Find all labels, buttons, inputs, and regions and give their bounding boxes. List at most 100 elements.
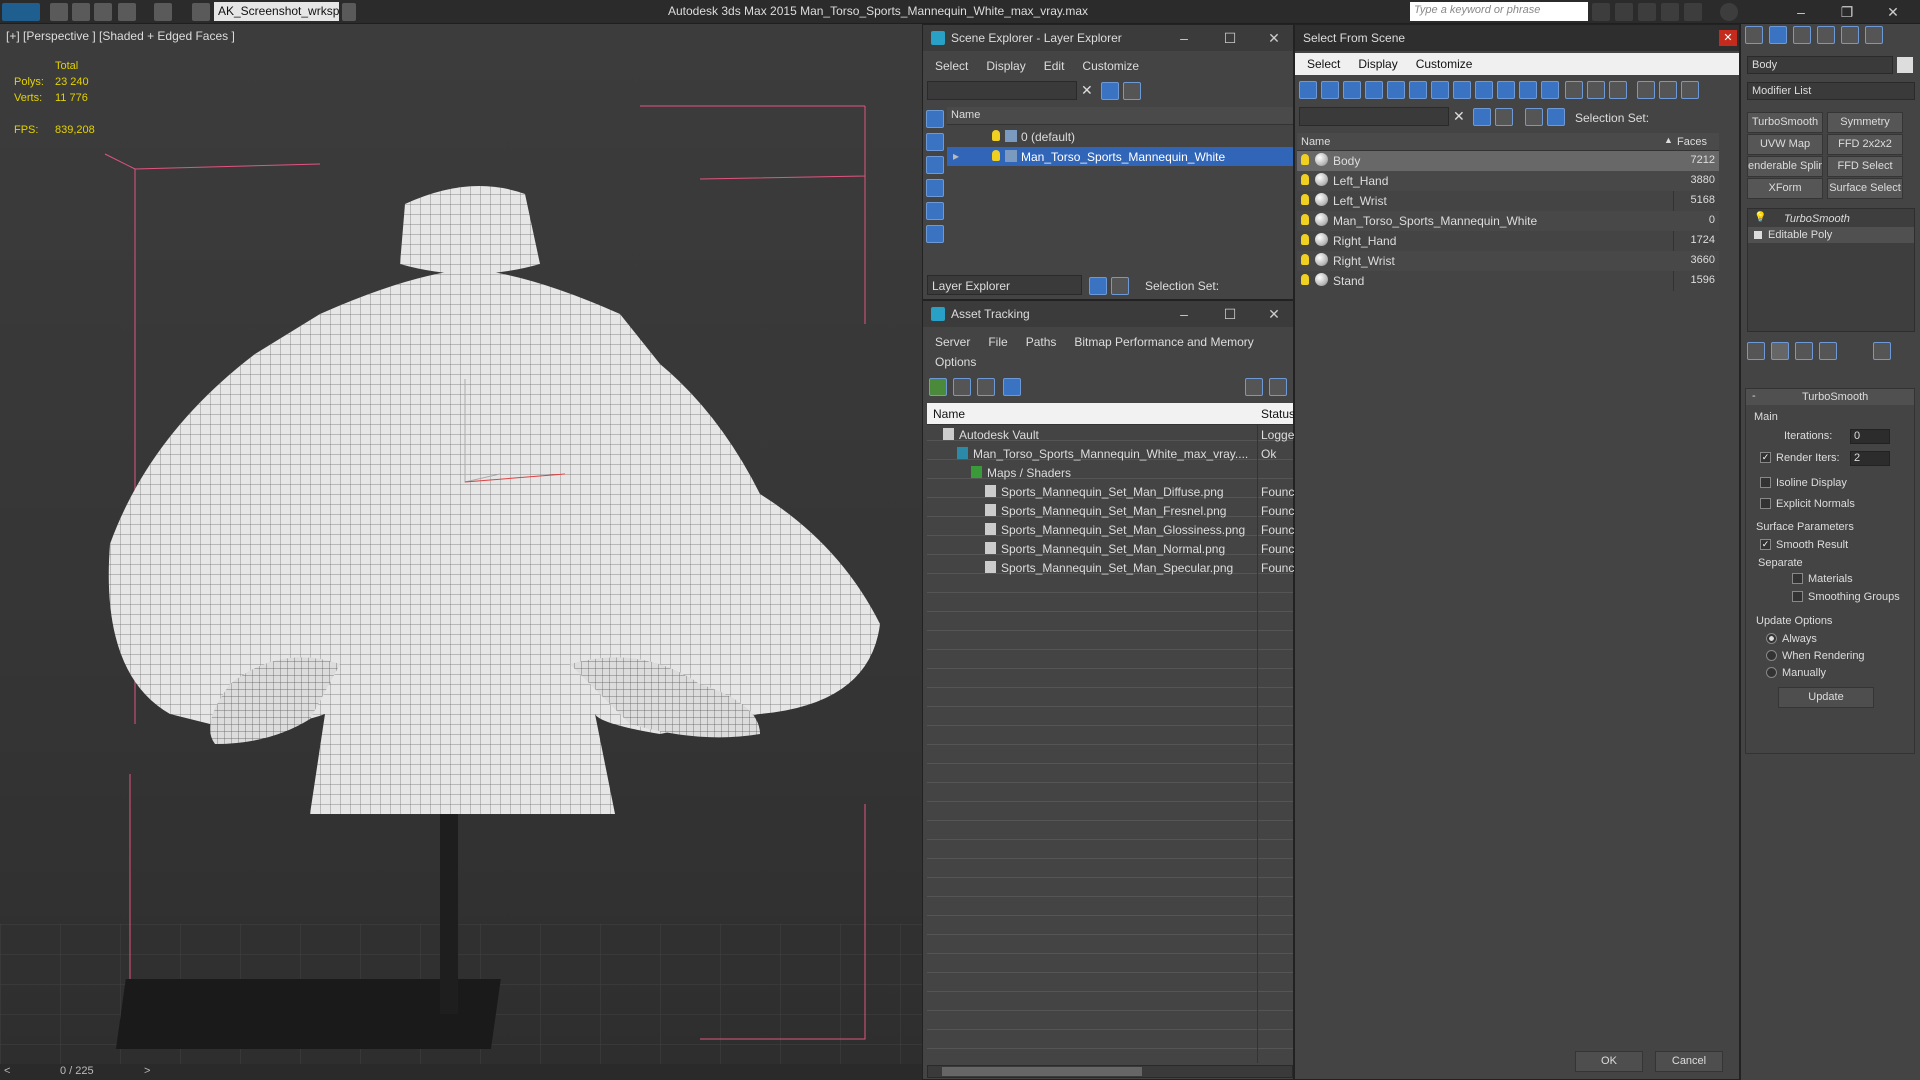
sort-icon[interactable] xyxy=(1659,81,1677,99)
modify-tab-icon[interactable] xyxy=(1769,26,1787,44)
project-folder-icon[interactable] xyxy=(192,3,210,21)
menu-edit[interactable]: Edit xyxy=(1044,59,1065,73)
open-file-icon[interactable] xyxy=(72,3,90,21)
display-hidden-icon[interactable] xyxy=(1541,81,1559,99)
xform-button[interactable]: XForm xyxy=(1747,178,1823,199)
time-prev-icon[interactable]: < xyxy=(4,1065,10,1077)
show-end-result-icon[interactable] xyxy=(1771,342,1789,360)
symmetry-button[interactable]: Symmetry xyxy=(1827,112,1903,133)
object-row[interactable]: Right_Wrist 3660 xyxy=(1297,251,1719,271)
display-geometry-icon[interactable] xyxy=(926,110,944,128)
display-cameras-icon[interactable] xyxy=(926,179,944,197)
restore-icon[interactable]: ❐ xyxy=(1836,2,1858,22)
asset-row[interactable]: Sports_Mannequin_Set_Man_Fresnel.png Foun… xyxy=(927,501,1294,520)
renderable-spline-button[interactable]: enderable Splir xyxy=(1747,156,1823,177)
perspective-viewport[interactable]: [+] [Perspective ] [Shaded + Edged Faces… xyxy=(0,24,922,1074)
search-input[interactable]: Type a keyword or phrase xyxy=(1410,2,1588,21)
display-helpers-icon[interactable] xyxy=(1387,81,1405,99)
asset-row[interactable]: Sports_Mannequin_Set_Man_Specular.png Fou… xyxy=(927,558,1294,577)
turbosmooth-button[interactable]: TurboSmooth xyxy=(1747,112,1823,133)
close-icon[interactable]: ✕ xyxy=(1882,2,1904,22)
manually-radio[interactable] xyxy=(1766,667,1777,678)
undo-icon[interactable] xyxy=(118,3,136,21)
maximize-icon[interactable]: ☐ xyxy=(1219,28,1241,48)
menu-bitmap-performance[interactable]: Bitmap Performance and Memory xyxy=(1074,335,1253,349)
maximize-icon[interactable]: ☐ xyxy=(1219,304,1241,324)
help-icon[interactable] xyxy=(1720,3,1738,21)
display-shapes-icon[interactable] xyxy=(1321,81,1339,99)
asset-row[interactable]: Sports_Mannequin_Set_Man_Glossiness.png F… xyxy=(927,520,1294,539)
create-tab-icon[interactable] xyxy=(1745,26,1763,44)
display-containers-icon[interactable] xyxy=(1497,81,1515,99)
menu-select[interactable]: Select xyxy=(1307,57,1340,71)
close-x-icon[interactable] xyxy=(1684,3,1702,21)
save-file-icon[interactable] xyxy=(94,3,112,21)
visibility-bulb-icon[interactable] xyxy=(1301,274,1309,285)
menu-select[interactable]: Select xyxy=(935,59,968,73)
configure-sets-icon[interactable] xyxy=(1873,342,1891,360)
visibility-bulb-icon[interactable] xyxy=(1301,174,1309,185)
layer-options-icon[interactable] xyxy=(1123,82,1141,100)
rollout-header[interactable]: - TurboSmooth xyxy=(1746,389,1914,405)
pin-stack-icon[interactable] xyxy=(1747,342,1765,360)
display-geometry-icon[interactable] xyxy=(1299,81,1317,99)
motion-tab-icon[interactable] xyxy=(1817,26,1835,44)
asset-row[interactable]: Sports_Mannequin_Set_Man_Diffuse.png Foun… xyxy=(927,482,1294,501)
display-lights-icon[interactable] xyxy=(1343,81,1361,99)
clear-filter-icon[interactable]: ✕ xyxy=(1081,82,1093,99)
render-iters-spinner[interactable]: 2 xyxy=(1850,451,1890,466)
close-icon[interactable]: ✕ xyxy=(1263,28,1285,48)
always-radio[interactable] xyxy=(1766,633,1777,644)
display-lights-icon[interactable] xyxy=(926,156,944,174)
scrollbar-thumb[interactable] xyxy=(942,1067,1142,1076)
hierarchy-tab-icon[interactable] xyxy=(1793,26,1811,44)
visibility-bulb-icon[interactable] xyxy=(992,150,1000,161)
object-row[interactable]: Right_Hand 1724 xyxy=(1297,231,1719,251)
display-cameras-icon[interactable] xyxy=(1365,81,1383,99)
smoothing-groups-checkbox[interactable] xyxy=(1792,591,1803,602)
asset-row[interactable]: Sports_Mannequin_Set_Man_Normal.png Founc xyxy=(927,539,1294,558)
menu-customize[interactable]: Customize xyxy=(1082,59,1139,73)
layer-mode-icon[interactable] xyxy=(1089,277,1107,295)
filter-icon[interactable] xyxy=(1637,81,1655,99)
select-all-icon[interactable] xyxy=(1565,81,1583,99)
menu-paths[interactable]: Paths xyxy=(1026,335,1057,349)
utilities-tab-icon[interactable] xyxy=(1865,26,1883,44)
remove-modifier-icon[interactable] xyxy=(1819,342,1837,360)
minimize-icon[interactable]: – xyxy=(1173,304,1195,324)
display-tab-icon[interactable] xyxy=(1841,26,1859,44)
object-row-selected[interactable]: Body 7212 xyxy=(1297,151,1719,171)
select-filter-input[interactable] xyxy=(1299,107,1449,126)
layer-row[interactable]: 0 (default) xyxy=(947,127,1293,146)
stack-item-turbosmooth[interactable]: 💡 TurboSmooth xyxy=(1748,211,1914,227)
app-logo-icon[interactable] xyxy=(2,3,40,21)
close-icon[interactable]: ✕ xyxy=(1719,30,1737,46)
visibility-bulb-icon[interactable] xyxy=(992,130,1000,141)
expand-arrow-icon[interactable]: ▸ xyxy=(953,149,959,163)
hierarchy-mode-icon[interactable] xyxy=(1111,277,1129,295)
modifier-list-dropdown[interactable]: Modifier List xyxy=(1747,82,1915,100)
display-frozen-icon[interactable] xyxy=(1519,81,1537,99)
object-row[interactable]: Stand 1596 xyxy=(1297,271,1719,291)
close-icon[interactable]: ✕ xyxy=(1263,304,1285,324)
select-invert-icon[interactable] xyxy=(1609,81,1627,99)
visibility-bulb-icon[interactable] xyxy=(1301,154,1309,165)
visibility-bulb-icon[interactable] xyxy=(1301,234,1309,245)
lightbulb-icon[interactable]: 💡 xyxy=(1754,212,1766,223)
display-spacewarps-icon[interactable] xyxy=(926,225,944,243)
viewport-label[interactable]: [+] [Perspective ] [Shaded + Edged Faces… xyxy=(6,29,235,43)
refresh-icon[interactable] xyxy=(929,378,947,396)
column-name[interactable]: Name xyxy=(1301,136,1330,148)
render-iters-checkbox[interactable]: ✓ xyxy=(1760,452,1771,463)
make-unique-icon[interactable] xyxy=(1795,342,1813,360)
expand-icon[interactable] xyxy=(1754,231,1762,239)
ffd-select-button[interactable]: FFD Select xyxy=(1827,156,1903,177)
materials-checkbox[interactable] xyxy=(1792,573,1803,584)
visibility-bulb-icon[interactable] xyxy=(1301,214,1309,225)
help-icon[interactable] xyxy=(1245,378,1263,396)
select-none-icon[interactable] xyxy=(1587,81,1605,99)
collapse-icon[interactable]: - xyxy=(1752,390,1756,402)
isoline-display-checkbox[interactable] xyxy=(1760,477,1771,488)
sort-ascending-icon[interactable]: ▲ xyxy=(1664,135,1673,145)
menu-options[interactable]: Options xyxy=(935,355,976,369)
